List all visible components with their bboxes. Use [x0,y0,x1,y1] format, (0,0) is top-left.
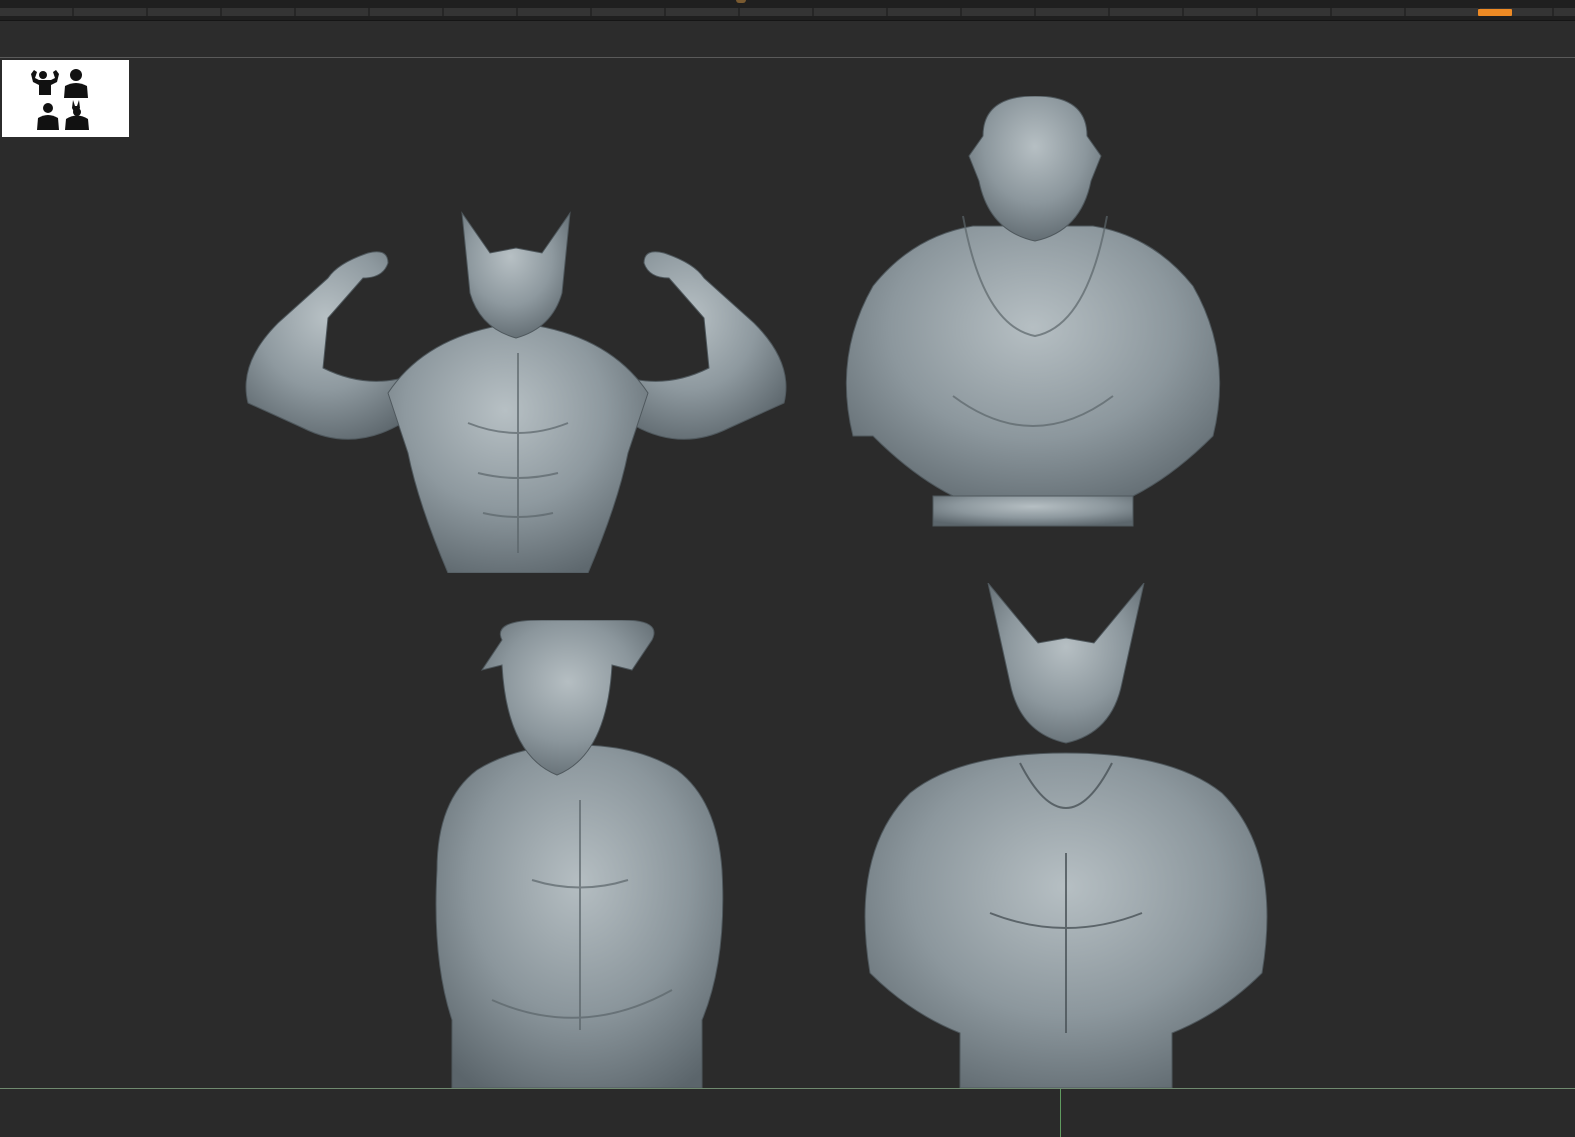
bottom-timeline-cursor[interactable] [1060,1089,1061,1137]
bottom-status-bar [0,1088,1575,1137]
model-flexing-shepherd[interactable] [238,153,794,573]
navigation-thumbnail[interactable] [2,60,129,137]
model-pitbull[interactable] [422,620,740,1088]
top-timeline-bar [0,0,1575,21]
toolbar [0,21,1575,58]
model-malinois-necklace[interactable] [860,583,1272,1088]
3d-viewport[interactable] [0,58,1575,1088]
timeline-active-marker[interactable] [1478,9,1512,16]
model-labrador-tanktop[interactable] [833,96,1237,546]
four-bodybuilders-silhouette-icon [31,69,89,130]
timeline-indicator [736,0,746,3]
timeline-ticks[interactable] [0,8,1575,16]
